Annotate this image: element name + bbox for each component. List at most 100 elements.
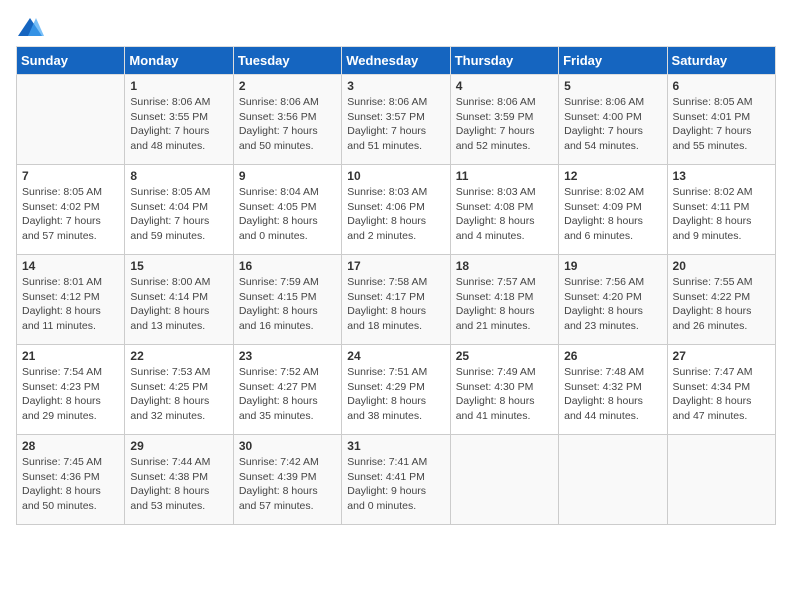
calendar-cell: 8 Sunrise: 8:05 AM Sunset: 4:04 PM Daylig… (125, 165, 233, 255)
cell-content: Sunrise: 8:01 AM Sunset: 4:12 PM Dayligh… (22, 275, 119, 334)
calendar-cell: 31 Sunrise: 7:41 AM Sunset: 4:41 PM Dayli… (342, 435, 450, 525)
day-number: 10 (347, 169, 444, 183)
calendar-cell: 9Sunrise: 8:04 AM Sunset: 4:05 PM Daylig… (233, 165, 341, 255)
cell-content: Sunrise: 7:59 AM Sunset: 4:15 PM Dayligh… (239, 275, 336, 334)
calendar-cell: 12Sunrise: 8:02 AM Sunset: 4:09 PM Dayli… (559, 165, 667, 255)
calendar-cell: 7Sunrise: 8:05 AM Sunset: 4:02 PM Daylig… (17, 165, 125, 255)
day-number: 3 (347, 79, 444, 93)
calendar-cell: 1Sunrise: 8:06 AM Sunset: 3:55 PM Daylig… (125, 75, 233, 165)
cell-content: Sunrise: 7:44 AM Sunset: 4:38 PM Dayligh… (130, 455, 227, 514)
day-number: 13 (673, 169, 770, 183)
calendar-cell: 19 Sunrise: 7:56 AM Sunset: 4:20 PM Dayli… (559, 255, 667, 345)
calendar-cell: 24 Sunrise: 7:51 AM Sunset: 4:29 PM Dayli… (342, 345, 450, 435)
cell-content: Sunrise: 8:00 AM Sunset: 4:14 PM Dayligh… (130, 275, 227, 334)
day-header-sunday: Sunday (17, 47, 125, 75)
day-number: 27 (673, 349, 770, 363)
cell-content: Sunrise: 8:05 AM Sunset: 4:01 PM Dayligh… (673, 95, 770, 154)
calendar-cell (559, 435, 667, 525)
day-header-wednesday: Wednesday (342, 47, 450, 75)
calendar-cell: 5 Sunrise: 8:06 AM Sunset: 4:00 PM Daylig… (559, 75, 667, 165)
calendar-cell: 21 Sunrise: 7:54 AM Sunset: 4:23 PM Dayli… (17, 345, 125, 435)
calendar-cell: 3 Sunrise: 8:06 AM Sunset: 3:57 PM Daylig… (342, 75, 450, 165)
day-number: 25 (456, 349, 553, 363)
cell-content: Sunrise: 8:06 AM Sunset: 3:56 PM Dayligh… (239, 95, 336, 154)
day-number: 14 (22, 259, 119, 273)
cell-content: Sunrise: 7:49 AM Sunset: 4:30 PM Dayligh… (456, 365, 553, 424)
cell-content: Sunrise: 7:48 AM Sunset: 4:32 PM Dayligh… (564, 365, 661, 424)
day-number: 4 (456, 79, 553, 93)
calendar-cell: 14 Sunrise: 8:01 AM Sunset: 4:12 PM Dayli… (17, 255, 125, 345)
day-number: 17 (347, 259, 444, 273)
day-number: 31 (347, 439, 444, 453)
calendar-cell: 26 Sunrise: 7:48 AM Sunset: 4:32 PM Dayli… (559, 345, 667, 435)
cell-content: Sunrise: 7:47 AM Sunset: 4:34 PM Dayligh… (673, 365, 770, 424)
cell-content: Sunrise: 7:53 AM Sunset: 4:25 PM Dayligh… (130, 365, 227, 424)
calendar-cell: 10 Sunrise: 8:03 AM Sunset: 4:06 PM Dayli… (342, 165, 450, 255)
day-number: 24 (347, 349, 444, 363)
day-number: 9 (239, 169, 336, 183)
calendar-cell: 25 Sunrise: 7:49 AM Sunset: 4:30 PM Dayli… (450, 345, 558, 435)
calendar-cell: 29 Sunrise: 7:44 AM Sunset: 4:38 PM Dayli… (125, 435, 233, 525)
day-number: 11 (456, 169, 553, 183)
day-header-monday: Monday (125, 47, 233, 75)
day-number: 20 (673, 259, 770, 273)
cell-content: Sunrise: 8:06 AM Sunset: 3:59 PM Dayligh… (456, 95, 553, 154)
day-number: 6 (673, 79, 770, 93)
cell-content: Sunrise: 7:56 AM Sunset: 4:20 PM Dayligh… (564, 275, 661, 334)
cell-content: Sunrise: 8:02 AM Sunset: 4:11 PM Dayligh… (673, 185, 770, 244)
calendar-cell: 20 Sunrise: 7:55 AM Sunset: 4:22 PM Dayli… (667, 255, 775, 345)
day-number: 29 (130, 439, 227, 453)
day-number: 19 (564, 259, 661, 273)
day-header-saturday: Saturday (667, 47, 775, 75)
day-number: 2 (239, 79, 336, 93)
cell-content: Sunrise: 7:54 AM Sunset: 4:23 PM Dayligh… (22, 365, 119, 424)
day-number: 5 (564, 79, 661, 93)
cell-content: Sunrise: 7:45 AM Sunset: 4:36 PM Dayligh… (22, 455, 119, 514)
cell-content: Sunrise: 7:55 AM Sunset: 4:22 PM Dayligh… (673, 275, 770, 334)
cell-content: Sunrise: 8:03 AM Sunset: 4:08 PM Dayligh… (456, 185, 553, 244)
cell-content: Sunrise: 7:51 AM Sunset: 4:29 PM Dayligh… (347, 365, 444, 424)
calendar-cell: 23 Sunrise: 7:52 AM Sunset: 4:27 PM Dayli… (233, 345, 341, 435)
calendar-cell: 27 Sunrise: 7:47 AM Sunset: 4:34 PM Dayli… (667, 345, 775, 435)
logo (16, 16, 48, 38)
calendar-cell: 18 Sunrise: 7:57 AM Sunset: 4:18 PM Dayli… (450, 255, 558, 345)
calendar-week-row: 28 Sunrise: 7:45 AM Sunset: 4:36 PM Dayli… (17, 435, 776, 525)
calendar-cell: 17 Sunrise: 7:58 AM Sunset: 4:17 PM Dayli… (342, 255, 450, 345)
day-number: 15 (130, 259, 227, 273)
calendar-cell: 30 Sunrise: 7:42 AM Sunset: 4:39 PM Dayli… (233, 435, 341, 525)
calendar-cell: 13 Sunrise: 8:02 AM Sunset: 4:11 PM Dayli… (667, 165, 775, 255)
day-number: 22 (130, 349, 227, 363)
calendar-week-row: 14 Sunrise: 8:01 AM Sunset: 4:12 PM Dayli… (17, 255, 776, 345)
calendar-cell: 4 Sunrise: 8:06 AM Sunset: 3:59 PM Daylig… (450, 75, 558, 165)
day-number: 21 (22, 349, 119, 363)
day-header-friday: Friday (559, 47, 667, 75)
header (16, 16, 776, 38)
cell-content: Sunrise: 8:03 AM Sunset: 4:06 PM Dayligh… (347, 185, 444, 244)
day-header-tuesday: Tuesday (233, 47, 341, 75)
day-number: 16 (239, 259, 336, 273)
cell-content: Sunrise: 7:41 AM Sunset: 4:41 PM Dayligh… (347, 455, 444, 514)
day-number: 18 (456, 259, 553, 273)
day-number: 7 (22, 169, 119, 183)
cell-content: Sunrise: 8:06 AM Sunset: 3:57 PM Dayligh… (347, 95, 444, 154)
cell-content: Sunrise: 7:57 AM Sunset: 4:18 PM Dayligh… (456, 275, 553, 334)
logo-icon (16, 16, 44, 38)
calendar-week-row: 1Sunrise: 8:06 AM Sunset: 3:55 PM Daylig… (17, 75, 776, 165)
day-number: 30 (239, 439, 336, 453)
cell-content: Sunrise: 7:42 AM Sunset: 4:39 PM Dayligh… (239, 455, 336, 514)
cell-content: Sunrise: 7:58 AM Sunset: 4:17 PM Dayligh… (347, 275, 444, 334)
cell-content: Sunrise: 8:02 AM Sunset: 4:09 PM Dayligh… (564, 185, 661, 244)
calendar-week-row: 7Sunrise: 8:05 AM Sunset: 4:02 PM Daylig… (17, 165, 776, 255)
cell-content: Sunrise: 8:06 AM Sunset: 4:00 PM Dayligh… (564, 95, 661, 154)
calendar-table: SundayMondayTuesdayWednesdayThursdayFrid… (16, 46, 776, 525)
calendar-cell: 22 Sunrise: 7:53 AM Sunset: 4:25 PM Dayli… (125, 345, 233, 435)
cell-content: Sunrise: 7:52 AM Sunset: 4:27 PM Dayligh… (239, 365, 336, 424)
cell-content: Sunrise: 8:05 AM Sunset: 4:04 PM Dayligh… (130, 185, 227, 244)
calendar-cell: 15 Sunrise: 8:00 AM Sunset: 4:14 PM Dayli… (125, 255, 233, 345)
calendar-cell: 28 Sunrise: 7:45 AM Sunset: 4:36 PM Dayli… (17, 435, 125, 525)
day-number: 28 (22, 439, 119, 453)
day-number: 8 (130, 169, 227, 183)
day-number: 23 (239, 349, 336, 363)
day-number: 26 (564, 349, 661, 363)
calendar-week-row: 21 Sunrise: 7:54 AM Sunset: 4:23 PM Dayli… (17, 345, 776, 435)
